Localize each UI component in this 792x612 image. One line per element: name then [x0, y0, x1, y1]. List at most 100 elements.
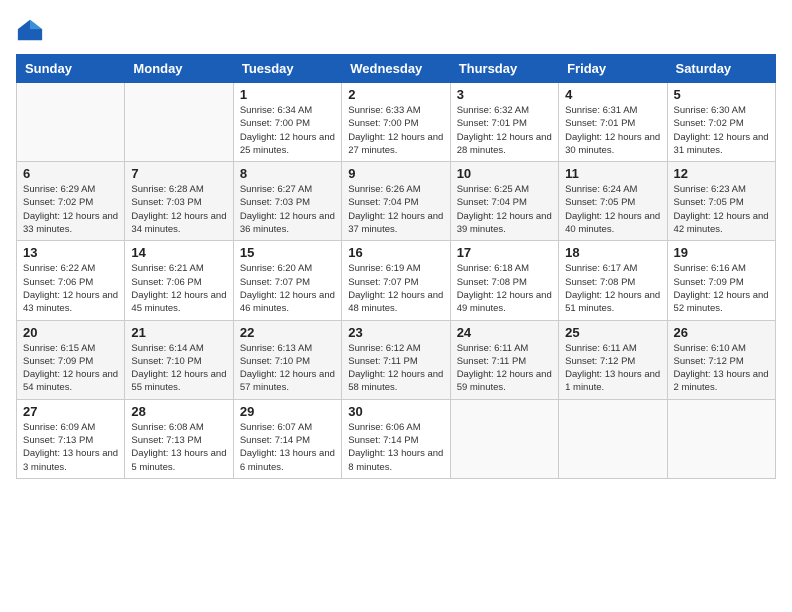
day-detail: Sunrise: 6:12 AM Sunset: 7:11 PM Dayligh…	[348, 342, 443, 395]
calendar-cell: 12 Sunrise: 6:23 AM Sunset: 7:05 PM Dayli…	[667, 162, 775, 241]
day-detail: Sunrise: 6:24 AM Sunset: 7:05 PM Dayligh…	[565, 183, 660, 236]
day-number: 1	[240, 87, 335, 102]
day-detail: Sunrise: 6:07 AM Sunset: 7:14 PM Dayligh…	[240, 421, 335, 474]
day-number: 8	[240, 166, 335, 181]
day-number: 15	[240, 245, 335, 260]
calendar-cell: 30 Sunrise: 6:06 AM Sunset: 7:14 PM Dayli…	[342, 399, 450, 478]
day-detail: Sunrise: 6:18 AM Sunset: 7:08 PM Dayligh…	[457, 262, 552, 315]
day-detail: Sunrise: 6:13 AM Sunset: 7:10 PM Dayligh…	[240, 342, 335, 395]
calendar-cell	[667, 399, 775, 478]
day-number: 5	[674, 87, 769, 102]
calendar-cell: 7 Sunrise: 6:28 AM Sunset: 7:03 PM Daylig…	[125, 162, 233, 241]
day-detail: Sunrise: 6:34 AM Sunset: 7:00 PM Dayligh…	[240, 104, 335, 157]
day-number: 19	[674, 245, 769, 260]
day-number: 7	[131, 166, 226, 181]
day-number: 30	[348, 404, 443, 419]
day-detail: Sunrise: 6:31 AM Sunset: 7:01 PM Dayligh…	[565, 104, 660, 157]
day-detail: Sunrise: 6:22 AM Sunset: 7:06 PM Dayligh…	[23, 262, 118, 315]
calendar-cell: 18 Sunrise: 6:17 AM Sunset: 7:08 PM Dayli…	[559, 241, 667, 320]
calendar-cell: 1 Sunrise: 6:34 AM Sunset: 7:00 PM Daylig…	[233, 83, 341, 162]
day-number: 23	[348, 325, 443, 340]
page-header	[16, 16, 776, 44]
calendar-cell: 11 Sunrise: 6:24 AM Sunset: 7:05 PM Dayli…	[559, 162, 667, 241]
day-number: 16	[348, 245, 443, 260]
day-detail: Sunrise: 6:06 AM Sunset: 7:14 PM Dayligh…	[348, 421, 443, 474]
calendar-week-row: 27Sunrise: 6:09 AM Sunset: 7:13 PM Dayli…	[17, 399, 776, 478]
day-detail: Sunrise: 6:10 AM Sunset: 7:12 PM Dayligh…	[674, 342, 769, 395]
day-number: 18	[565, 245, 660, 260]
day-of-week-header: Saturday	[667, 55, 775, 83]
calendar-cell: 10 Sunrise: 6:25 AM Sunset: 7:04 PM Dayli…	[450, 162, 558, 241]
day-of-week-header: Sunday	[17, 55, 125, 83]
day-detail: Sunrise: 6:11 AM Sunset: 7:11 PM Dayligh…	[457, 342, 552, 395]
day-number: 11	[565, 166, 660, 181]
day-detail: Sunrise: 6:16 AM Sunset: 7:09 PM Dayligh…	[674, 262, 769, 315]
day-detail: Sunrise: 6:23 AM Sunset: 7:05 PM Dayligh…	[674, 183, 769, 236]
day-number: 28	[131, 404, 226, 419]
calendar-cell	[559, 399, 667, 478]
calendar-cell: 6 Sunrise: 6:29 AM Sunset: 7:02 PM Daylig…	[17, 162, 125, 241]
day-detail: Sunrise: 6:14 AM Sunset: 7:10 PM Dayligh…	[131, 342, 226, 395]
day-detail: Sunrise: 6:29 AM Sunset: 7:02 PM Dayligh…	[23, 183, 118, 236]
calendar-cell: 25 Sunrise: 6:11 AM Sunset: 7:12 PM Dayli…	[559, 320, 667, 399]
day-detail: Sunrise: 6:20 AM Sunset: 7:07 PM Dayligh…	[240, 262, 335, 315]
day-number: 29	[240, 404, 335, 419]
day-detail: Sunrise: 6:27 AM Sunset: 7:03 PM Dayligh…	[240, 183, 335, 236]
day-number: 26	[674, 325, 769, 340]
day-detail: Sunrise: 6:28 AM Sunset: 7:03 PM Dayligh…	[131, 183, 226, 236]
logo	[16, 16, 48, 44]
day-number: 25	[565, 325, 660, 340]
day-number: 12	[674, 166, 769, 181]
day-number: 3	[457, 87, 552, 102]
calendar-week-row: 1 Sunrise: 6:34 AM Sunset: 7:00 PM Daylig…	[17, 83, 776, 162]
day-number: 10	[457, 166, 552, 181]
day-number: 13	[23, 245, 118, 260]
day-detail: Sunrise: 6:15 AM Sunset: 7:09 PM Dayligh…	[23, 342, 118, 395]
calendar-table: SundayMondayTuesdayWednesdayThursdayFrid…	[16, 54, 776, 479]
calendar-cell: 22 Sunrise: 6:13 AM Sunset: 7:10 PM Dayli…	[233, 320, 341, 399]
day-of-week-header: Monday	[125, 55, 233, 83]
day-detail: Sunrise: 6:32 AM Sunset: 7:01 PM Dayligh…	[457, 104, 552, 157]
day-number: 24	[457, 325, 552, 340]
calendar-cell: 4Sunrise: 6:31 AM Sunset: 7:01 PM Daylig…	[559, 83, 667, 162]
calendar-cell: 9 Sunrise: 6:26 AM Sunset: 7:04 PM Daylig…	[342, 162, 450, 241]
day-detail: Sunrise: 6:11 AM Sunset: 7:12 PM Dayligh…	[565, 342, 660, 395]
calendar-cell: 2 Sunrise: 6:33 AM Sunset: 7:00 PM Daylig…	[342, 83, 450, 162]
calendar-cell	[17, 83, 125, 162]
calendar-cell: 5 Sunrise: 6:30 AM Sunset: 7:02 PM Daylig…	[667, 83, 775, 162]
day-detail: Sunrise: 6:33 AM Sunset: 7:00 PM Dayligh…	[348, 104, 443, 157]
calendar-cell: 17 Sunrise: 6:18 AM Sunset: 7:08 PM Dayli…	[450, 241, 558, 320]
calendar-cell: 28Sunrise: 6:08 AM Sunset: 7:13 PM Dayli…	[125, 399, 233, 478]
day-of-week-header: Thursday	[450, 55, 558, 83]
calendar-cell: 16 Sunrise: 6:19 AM Sunset: 7:07 PM Dayli…	[342, 241, 450, 320]
day-detail: Sunrise: 6:25 AM Sunset: 7:04 PM Dayligh…	[457, 183, 552, 236]
logo-icon	[16, 16, 44, 44]
calendar-week-row: 6 Sunrise: 6:29 AM Sunset: 7:02 PM Daylig…	[17, 162, 776, 241]
calendar-cell: 29 Sunrise: 6:07 AM Sunset: 7:14 PM Dayli…	[233, 399, 341, 478]
day-number: 2	[348, 87, 443, 102]
day-number: 14	[131, 245, 226, 260]
day-detail: Sunrise: 6:17 AM Sunset: 7:08 PM Dayligh…	[565, 262, 660, 315]
calendar-cell: 8 Sunrise: 6:27 AM Sunset: 7:03 PM Daylig…	[233, 162, 341, 241]
calendar-cell: 27Sunrise: 6:09 AM Sunset: 7:13 PM Dayli…	[17, 399, 125, 478]
calendar-cell: 21Sunrise: 6:14 AM Sunset: 7:10 PM Dayli…	[125, 320, 233, 399]
calendar-cell: 15 Sunrise: 6:20 AM Sunset: 7:07 PM Dayli…	[233, 241, 341, 320]
day-detail: Sunrise: 6:26 AM Sunset: 7:04 PM Dayligh…	[348, 183, 443, 236]
calendar-header-row: SundayMondayTuesdayWednesdayThursdayFrid…	[17, 55, 776, 83]
day-detail: Sunrise: 6:19 AM Sunset: 7:07 PM Dayligh…	[348, 262, 443, 315]
calendar-cell: 20Sunrise: 6:15 AM Sunset: 7:09 PM Dayli…	[17, 320, 125, 399]
day-number: 17	[457, 245, 552, 260]
day-number: 6	[23, 166, 118, 181]
day-number: 9	[348, 166, 443, 181]
calendar-week-row: 20Sunrise: 6:15 AM Sunset: 7:09 PM Dayli…	[17, 320, 776, 399]
calendar-cell	[450, 399, 558, 478]
day-of-week-header: Friday	[559, 55, 667, 83]
day-detail: Sunrise: 6:30 AM Sunset: 7:02 PM Dayligh…	[674, 104, 769, 157]
calendar-cell: 19 Sunrise: 6:16 AM Sunset: 7:09 PM Dayli…	[667, 241, 775, 320]
calendar-cell	[125, 83, 233, 162]
calendar-cell: 13 Sunrise: 6:22 AM Sunset: 7:06 PM Dayli…	[17, 241, 125, 320]
day-detail: Sunrise: 6:09 AM Sunset: 7:13 PM Dayligh…	[23, 421, 118, 474]
day-number: 22	[240, 325, 335, 340]
calendar-cell: 23 Sunrise: 6:12 AM Sunset: 7:11 PM Dayli…	[342, 320, 450, 399]
calendar-cell: 14Sunrise: 6:21 AM Sunset: 7:06 PM Dayli…	[125, 241, 233, 320]
